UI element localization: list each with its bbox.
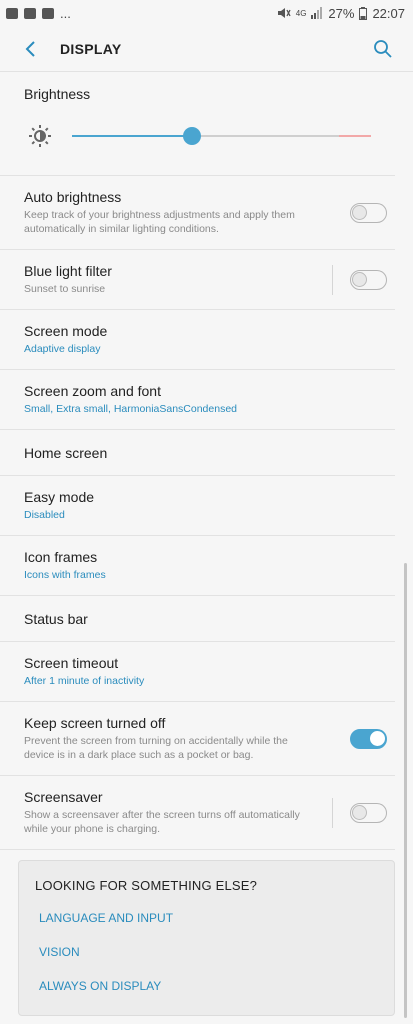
setting-screensaver[interactable]: Screensaver Show a screensaver after the… xyxy=(0,776,395,850)
setting-subtitle: Keep track of your brightness adjustment… xyxy=(24,209,295,235)
back-arrow-icon xyxy=(25,40,35,57)
setting-title: Screen zoom and font xyxy=(24,383,161,399)
setting-title: Easy mode xyxy=(24,489,95,505)
brightness-max-zone xyxy=(339,135,371,137)
divider xyxy=(332,797,333,828)
setting-subtitle: After 1 minute of inactivity xyxy=(24,675,145,687)
status-bar: ... 4G 27% 22:07 xyxy=(0,0,413,26)
suggestions-links: LANGUAGE AND INPUT VISION ALWAYS ON DISP… xyxy=(35,901,394,1003)
back-button[interactable] xyxy=(0,26,60,72)
toggle-knob xyxy=(352,804,367,820)
search-button[interactable] xyxy=(353,26,413,72)
network-type: 4G xyxy=(295,8,307,18)
toggle-knob xyxy=(352,204,367,220)
setting-icon-frames[interactable]: Icon frames Icons with frames xyxy=(0,536,395,596)
brightness-section: Brightness xyxy=(0,72,395,176)
brightness-fill xyxy=(72,135,192,137)
page-title: DISPLAY xyxy=(60,40,122,57)
setting-subtitle: Sunset to sunrise xyxy=(24,283,106,295)
setting-subtitle: Adaptive display xyxy=(24,343,101,355)
setting-subtitle: Prevent the screen from turning on accid… xyxy=(24,735,288,761)
gallery-icon xyxy=(6,7,18,19)
notification-icons: ... xyxy=(6,6,71,21)
setting-status-bar[interactable]: Status bar xyxy=(0,596,395,642)
toggle-knob xyxy=(352,271,367,287)
clock: 22:07 xyxy=(372,5,405,21)
setting-easy-mode[interactable]: Easy mode Disabled xyxy=(0,476,395,536)
setting-title: Home screen xyxy=(24,444,108,461)
settings-list: Brightness Auto brightness Keep track of… xyxy=(0,72,413,850)
battery-icon xyxy=(359,6,368,20)
battery-percent: 27% xyxy=(328,5,355,21)
suggestions-card: LOOKING FOR SOMETHING ELSE? LANGUAGE AND… xyxy=(18,860,395,1016)
app-bar: DISPLAY xyxy=(0,26,413,72)
brightness-icon xyxy=(29,125,51,147)
setting-title: Screensaver xyxy=(24,789,103,805)
more-notifications: ... xyxy=(60,5,71,21)
scrollbar[interactable] xyxy=(404,563,407,1018)
setting-keep-screen-turned-off[interactable]: Keep screen turned off Prevent the scree… xyxy=(0,702,395,776)
suggestions-heading: LOOKING FOR SOMETHING ELSE? xyxy=(35,878,258,893)
email-icon xyxy=(24,7,36,19)
brightness-label: Brightness xyxy=(24,86,91,102)
search-icon xyxy=(374,39,392,58)
brightness-track[interactable] xyxy=(72,135,371,137)
system-icons: 4G 27% 22:07 xyxy=(277,6,405,21)
signal-icon xyxy=(311,7,323,19)
setting-auto-brightness[interactable]: Auto brightness Keep track of your brigh… xyxy=(0,176,395,250)
youtube-icon xyxy=(42,7,54,19)
setting-subtitle: Small, Extra small, HarmoniaSansCondense… xyxy=(24,403,238,415)
setting-screen-mode[interactable]: Screen mode Adaptive display xyxy=(0,310,395,370)
setting-subtitle: Disabled xyxy=(24,509,65,521)
brightness-thumb[interactable] xyxy=(183,127,201,145)
setting-subtitle: Show a screensaver after the screen turn… xyxy=(24,809,300,835)
toggle-knob xyxy=(370,730,385,746)
setting-title: Keep screen turned off xyxy=(24,715,166,731)
setting-title: Auto brightness xyxy=(24,189,122,205)
setting-title: Screen timeout xyxy=(24,655,119,671)
screensaver-toggle[interactable] xyxy=(350,802,387,823)
setting-screen-timeout[interactable]: Screen timeout After 1 minute of inactiv… xyxy=(0,642,395,702)
blue-light-filter-toggle[interactable] xyxy=(350,269,387,290)
setting-screen-zoom-and-font[interactable]: Screen zoom and font Small, Extra small,… xyxy=(0,370,395,430)
mute-icon xyxy=(277,8,291,18)
setting-title: Status bar xyxy=(24,610,88,627)
divider xyxy=(332,264,333,295)
link-language-and-input[interactable]: LANGUAGE AND INPUT xyxy=(39,901,394,935)
setting-title: Icon frames xyxy=(24,549,98,565)
auto-brightness-toggle[interactable] xyxy=(350,202,387,223)
keep-screen-off-toggle[interactable] xyxy=(350,728,387,749)
link-always-on-display[interactable]: ALWAYS ON DISPLAY xyxy=(39,969,394,1003)
setting-title: Blue light filter xyxy=(24,263,112,279)
setting-subtitle: Icons with frames xyxy=(24,569,106,581)
brightness-slider[interactable] xyxy=(24,116,371,156)
setting-blue-light-filter[interactable]: Blue light filter Sunset to sunrise xyxy=(0,250,395,310)
link-vision[interactable]: VISION xyxy=(39,935,394,969)
setting-home-screen[interactable]: Home screen xyxy=(0,430,395,476)
setting-title: Screen mode xyxy=(24,323,108,339)
